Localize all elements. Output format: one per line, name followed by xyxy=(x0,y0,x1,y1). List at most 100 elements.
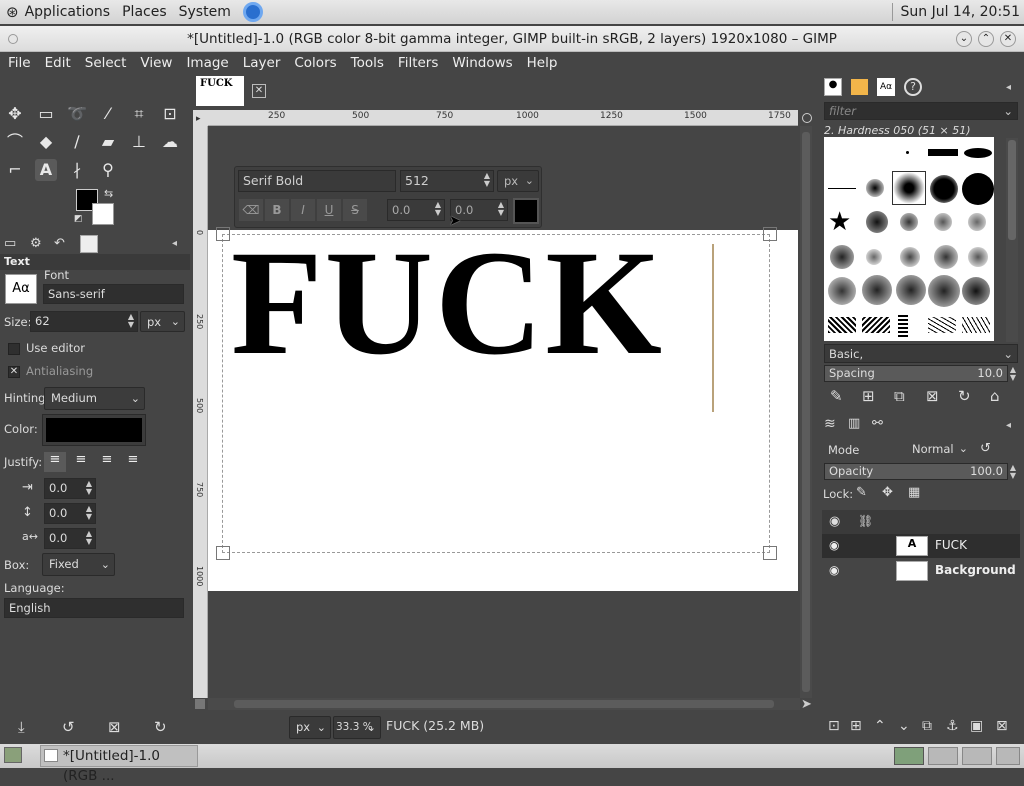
brush-scrollbar[interactable] xyxy=(1006,138,1018,342)
layer-row-fuck[interactable]: ◉ A FUCK xyxy=(822,534,1020,558)
minimize-button[interactable]: ⌄ xyxy=(956,31,972,47)
brush-tile[interactable] xyxy=(934,245,958,269)
quick-mask-icon[interactable] xyxy=(195,699,205,709)
justify-left-icon[interactable]: ≡ xyxy=(44,452,66,472)
opacity-slider[interactable]: Opacity 100.0 xyxy=(824,463,1008,480)
channels-tab-icon[interactable]: ▥ xyxy=(848,416,860,431)
brush-tag-input[interactable]: Basic, ⌄ xyxy=(824,344,1018,363)
horizontal-scrollbar[interactable] xyxy=(208,698,800,710)
brush-tile[interactable] xyxy=(866,211,888,233)
delete-layer-icon[interactable]: ⊠ xyxy=(996,718,1008,734)
brush-tile[interactable] xyxy=(928,149,958,156)
opacity-spin-icon[interactable]: ▲ ▼ xyxy=(1008,464,1018,480)
brush-tile[interactable] xyxy=(896,275,926,305)
brush-tile[interactable] xyxy=(900,247,920,267)
spacing-slider[interactable]: Spacing 10.0 xyxy=(824,365,1008,382)
duplicate-brush-icon[interactable]: ⧉ xyxy=(894,387,905,405)
dock-menu-icon[interactable]: ◂ xyxy=(1006,420,1011,431)
underline-icon[interactable]: U xyxy=(317,199,341,221)
brush-tile[interactable] xyxy=(830,245,854,269)
paintbrush-tool-icon[interactable]: ∕ xyxy=(66,131,88,153)
system-menu[interactable]: System xyxy=(179,4,231,20)
brush-tile[interactable] xyxy=(828,277,856,305)
mode-select[interactable]: Normal ⌄ xyxy=(906,439,972,460)
use-editor-checkbox[interactable] xyxy=(8,343,20,355)
brush-scroll-thumb[interactable] xyxy=(1008,140,1016,240)
eye-icon[interactable]: ◉ xyxy=(829,563,839,577)
size-spin-icon[interactable]: ▲ ▼ xyxy=(126,313,136,329)
maximize-button[interactable]: ⌃ xyxy=(978,31,994,47)
antialiasing-checkbox[interactable]: ✕ xyxy=(8,366,20,378)
taskbar-gimp-item[interactable]: *[Untitled]-1.0 (RGB ... xyxy=(40,745,198,784)
refresh-brushes-icon[interactable]: ↻ xyxy=(958,387,971,405)
size-input[interactable]: 62 xyxy=(30,311,138,332)
dock-menu-icon[interactable]: ◂ xyxy=(172,238,177,249)
brush-tile-selected[interactable] xyxy=(892,171,926,205)
eye-icon[interactable]: ◉ xyxy=(829,538,839,552)
layers-tab-icon[interactable]: ≋ xyxy=(824,416,836,432)
delete-options-icon[interactable]: ⊠ xyxy=(108,718,121,736)
window-menu-icon[interactable] xyxy=(8,34,18,44)
font-input[interactable]: Sans-serif xyxy=(43,284,184,304)
background-color[interactable] xyxy=(92,203,114,225)
baseline-spin-icon[interactable]: ▲ ▼ xyxy=(433,201,443,217)
resize-handle[interactable] xyxy=(763,227,777,241)
navigate-icon[interactable]: ➤ xyxy=(801,697,812,712)
fonts-tab-icon[interactable]: Aα xyxy=(877,78,895,96)
lasso-tool-icon[interactable]: ➰ xyxy=(66,103,88,125)
edit-brush-icon[interactable]: ✎ xyxy=(830,387,843,405)
window-titlebar[interactable]: *[Untitled]-1.0 (RGB color 8-bit gamma i… xyxy=(0,26,1024,52)
language-input[interactable]: English xyxy=(4,598,184,618)
ruler-corner[interactable]: ▸ xyxy=(193,110,208,126)
toolbar-color-button[interactable] xyxy=(513,198,539,224)
status-unit-select[interactable]: px ⌄ xyxy=(289,716,331,739)
eraser-tool-icon[interactable]: ▰ xyxy=(97,131,119,153)
brush-tile[interactable] xyxy=(866,249,882,265)
brush-tile[interactable] xyxy=(968,213,986,231)
menu-filters[interactable]: Filters xyxy=(390,55,444,71)
lock-pixels-icon[interactable]: ✎ xyxy=(856,485,867,500)
anchor-layer-icon[interactable]: ⚓ xyxy=(946,718,959,734)
brush-tile[interactable] xyxy=(898,313,908,337)
applications-menu[interactable]: Applications xyxy=(25,4,111,20)
vertical-scroll-thumb[interactable] xyxy=(802,132,810,692)
menu-image[interactable]: Image xyxy=(178,55,234,71)
toolbar-font-input[interactable]: Serif Bold xyxy=(238,170,396,192)
raise-layer-icon[interactable]: ⌃ xyxy=(874,718,886,734)
brush-filter-input[interactable]: filter ⌄ xyxy=(824,102,1018,120)
brush-tile[interactable] xyxy=(962,317,990,333)
save-options-icon[interactable]: ⤓ xyxy=(18,718,25,736)
reset-mode-icon[interactable]: ↺ xyxy=(980,441,991,456)
new-brush-icon[interactable]: ⊞ xyxy=(862,387,875,405)
italic-icon[interactable]: I xyxy=(291,199,315,221)
horizontal-ruler[interactable]: 250 500 750 1000 1250 1500 1750 xyxy=(208,110,798,126)
brushes-tab-icon[interactable]: ● xyxy=(824,78,842,96)
open-brush-icon[interactable]: ⌂ xyxy=(990,387,1000,405)
lower-layer-icon[interactable]: ⌄ xyxy=(898,718,910,734)
default-colors-icon[interactable]: ◩ xyxy=(74,214,83,224)
help-tab-icon[interactable]: ? xyxy=(904,78,922,96)
brush-tile[interactable] xyxy=(906,151,909,154)
resize-handle[interactable] xyxy=(763,546,777,560)
justify-right-icon[interactable]: ≡ xyxy=(70,452,92,472)
letter-spacing-spin-icon[interactable]: ▲ ▼ xyxy=(84,530,94,546)
undo-history-tab-icon[interactable]: ↶ xyxy=(54,236,65,251)
device-status-tab-icon[interactable]: ⚙ xyxy=(30,236,42,251)
menu-colors[interactable]: Colors xyxy=(286,55,342,71)
brush-tile[interactable] xyxy=(930,175,958,203)
layer-row-background[interactable]: ◉ Background xyxy=(822,559,1020,583)
transform-tool-icon[interactable]: ⊡ xyxy=(159,103,181,125)
size-unit-select[interactable]: px ⌄ xyxy=(140,311,185,332)
workspace-2[interactable] xyxy=(928,747,958,765)
workspace-1[interactable] xyxy=(894,747,924,765)
clock[interactable]: Sun Jul 14, 20:51 xyxy=(901,4,1021,20)
line-spacing-spin-icon[interactable]: ▲ ▼ xyxy=(84,505,94,521)
justify-fill-icon[interactable]: ≡ xyxy=(122,452,144,472)
workspace-3[interactable] xyxy=(962,747,992,765)
image-tab-thumbnail[interactable]: FUCK xyxy=(196,76,244,106)
crop-tool-icon[interactable]: ⌗ xyxy=(128,103,150,125)
brush-tile[interactable] xyxy=(934,213,952,231)
vertical-scrollbar[interactable] xyxy=(800,126,812,698)
indent-spin-icon[interactable]: ▲ ▼ xyxy=(84,480,94,496)
toolbar-size-spin-icon[interactable]: ▲ ▼ xyxy=(482,172,492,188)
